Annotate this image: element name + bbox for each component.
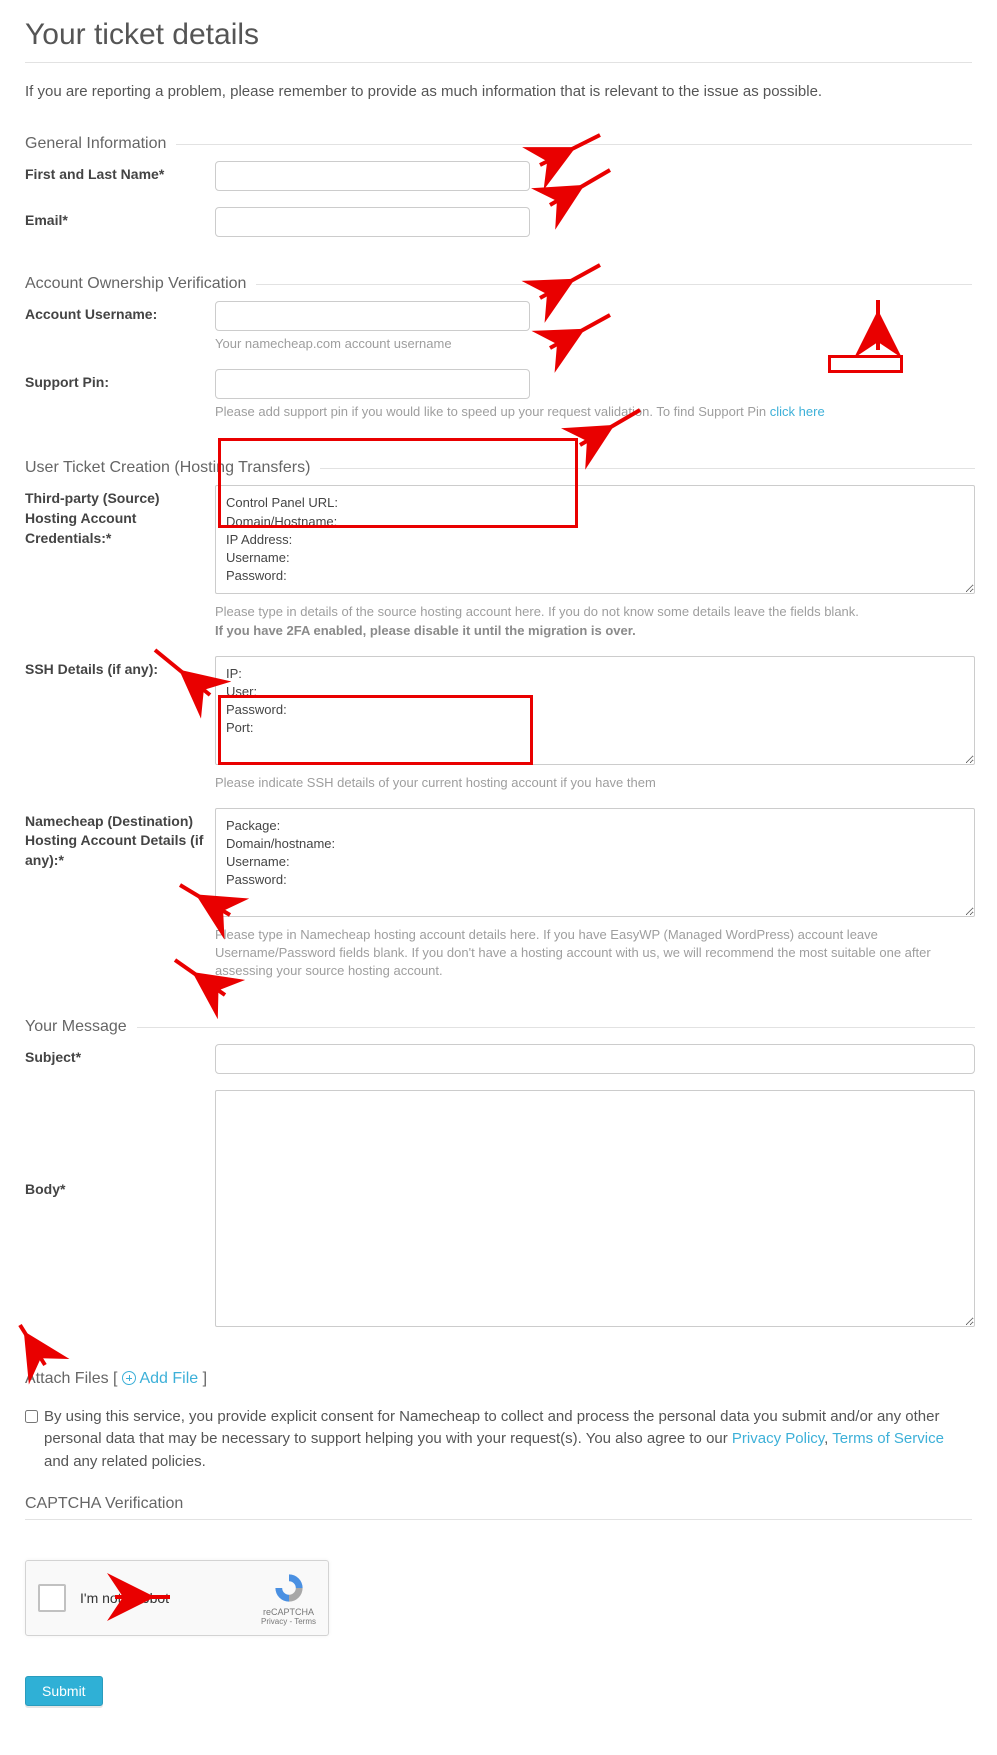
recaptcha-label: I'm not a robot bbox=[80, 1590, 169, 1606]
label-name: First and Last Name bbox=[25, 161, 215, 185]
label-email: Email bbox=[25, 207, 215, 231]
consent-checkbox[interactable] bbox=[25, 1410, 38, 1423]
recaptcha-checkbox[interactable] bbox=[38, 1584, 66, 1612]
dest-hint: Please type in Namecheap hosting account… bbox=[215, 926, 975, 981]
ssh-hint: Please indicate SSH details of your curr… bbox=[215, 774, 975, 792]
section-general: General Information First and Last Name … bbox=[25, 135, 972, 245]
plus-icon bbox=[122, 1371, 136, 1385]
section-message: Your Message Subject Body bbox=[25, 1018, 975, 1339]
section-verification: Account Ownership Verification Account U… bbox=[25, 275, 972, 429]
pin-hint: Please add support pin if you would like… bbox=[215, 403, 972, 421]
label-username: Account Username: bbox=[25, 301, 215, 325]
label-ssh: SSH Details (if any): bbox=[25, 656, 215, 680]
body-textarea[interactable] bbox=[215, 1090, 975, 1326]
intro-text: If you are reporting a problem, please r… bbox=[25, 83, 972, 100]
recaptcha-branding: reCAPTCHA Privacy - Terms bbox=[261, 1571, 316, 1626]
submit-button[interactable]: Submit bbox=[25, 1676, 103, 1706]
label-dest: Namecheap (Destination) Hosting Account … bbox=[25, 808, 215, 871]
legend-general: General Information bbox=[25, 135, 176, 153]
privacy-link[interactable]: Privacy Policy bbox=[732, 1430, 824, 1447]
label-body: Body bbox=[25, 1090, 215, 1200]
label-source: Third-party (Source) Hosting Account Cre… bbox=[25, 485, 215, 548]
name-input[interactable] bbox=[215, 161, 530, 191]
source-hint: Please type in details of the source hos… bbox=[215, 603, 975, 639]
username-input[interactable] bbox=[215, 301, 530, 331]
title-divider bbox=[25, 62, 972, 63]
add-file-link[interactable]: Add File bbox=[139, 1370, 198, 1387]
redbox-dest bbox=[218, 695, 533, 765]
legend-message: Your Message bbox=[25, 1018, 137, 1036]
subject-input[interactable] bbox=[215, 1044, 975, 1074]
username-hint: Your namecheap.com account username bbox=[215, 335, 972, 353]
label-subject: Subject bbox=[25, 1044, 215, 1068]
click-here-link[interactable]: click here bbox=[770, 404, 825, 419]
legend-verification: Account Ownership Verification bbox=[25, 275, 256, 293]
attach-files-row: Attach Files [ Add File ] bbox=[25, 1370, 972, 1388]
recaptcha-icon bbox=[272, 1571, 306, 1605]
consent-row: By using this service, you provide expli… bbox=[25, 1406, 972, 1474]
redbox-source bbox=[218, 438, 578, 528]
dest-textarea[interactable] bbox=[215, 808, 975, 917]
label-pin: Support Pin: bbox=[25, 369, 215, 393]
terms-link[interactable]: Terms of Service bbox=[832, 1430, 944, 1447]
pin-input[interactable] bbox=[215, 369, 530, 399]
redbox-clickhere bbox=[828, 355, 903, 373]
page-title: Your ticket details bbox=[25, 18, 972, 52]
legend-captcha: CAPTCHA Verification bbox=[25, 1495, 972, 1520]
recaptcha-widget[interactable]: I'm not a robot reCAPTCHA Privacy - Term… bbox=[25, 1560, 329, 1636]
email-input[interactable] bbox=[215, 207, 530, 237]
